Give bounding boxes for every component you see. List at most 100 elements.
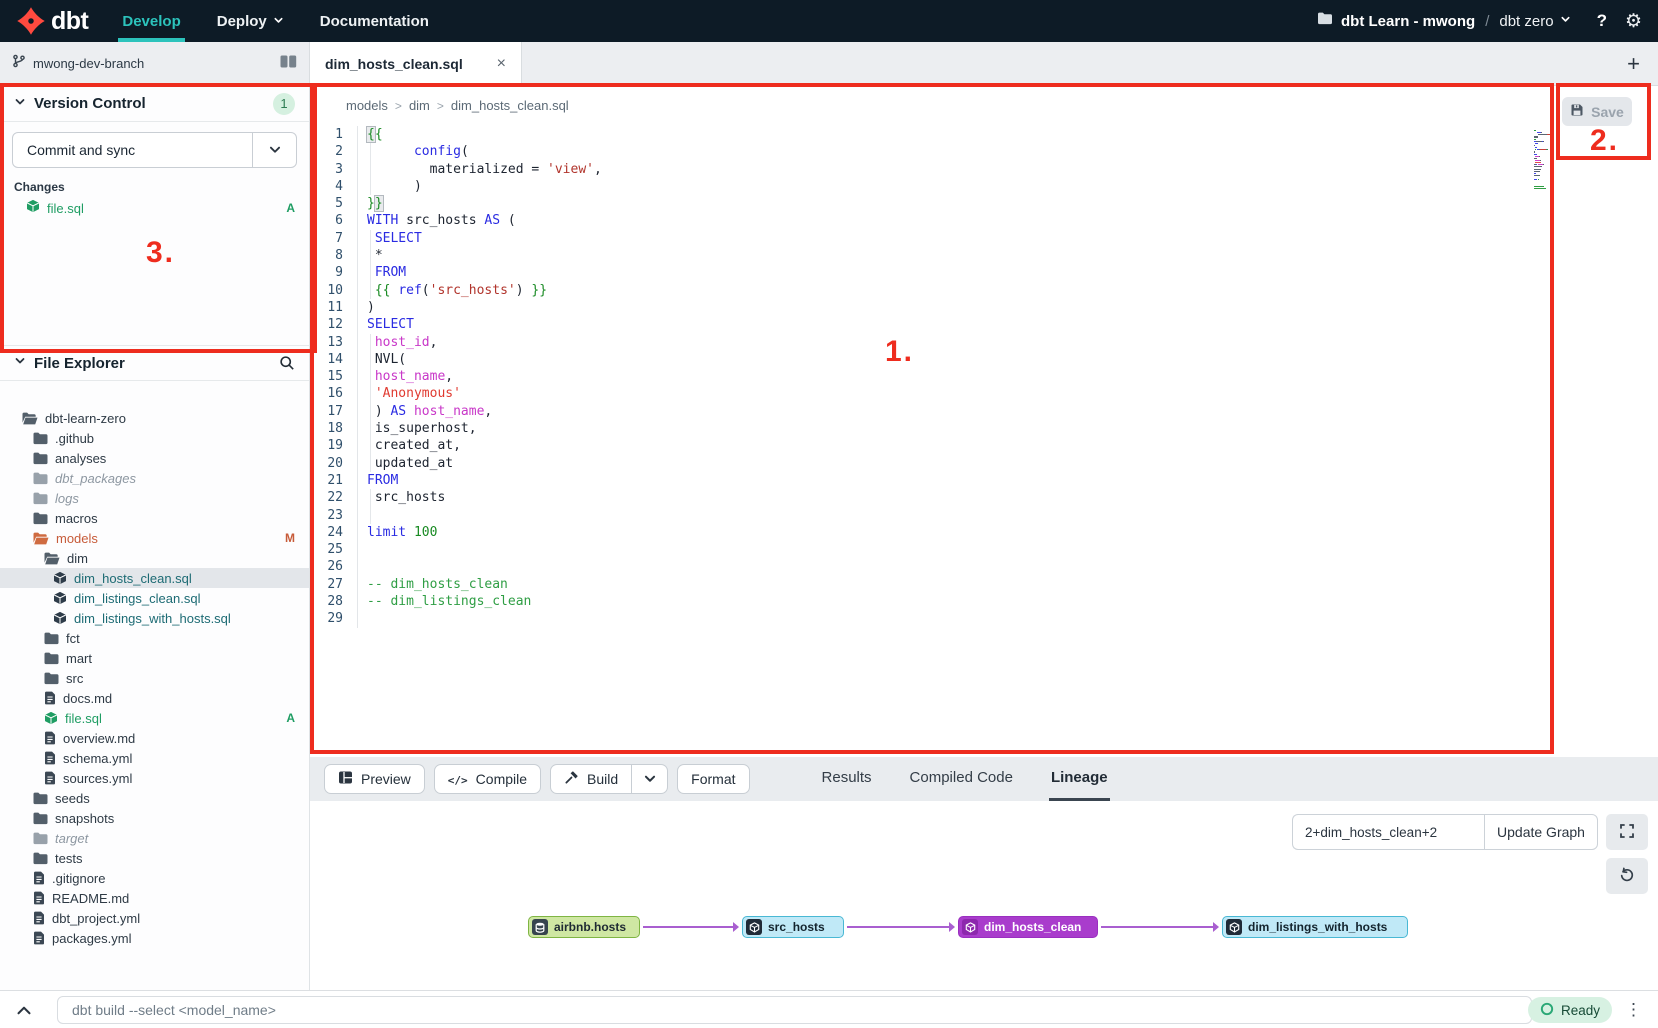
reset-view-button[interactable] [1606,858,1648,894]
version-control-header[interactable]: Version Control 1 [0,86,309,122]
tree-folder-row[interactable]: tests [0,848,309,868]
kebab-menu-icon[interactable]: ⋮ [1625,1000,1642,1020]
code-line[interactable]: 4 ) [310,178,1658,195]
code-line[interactable]: 8 * [310,247,1658,264]
file-explorer-header[interactable]: File Explorer [0,345,309,381]
close-icon[interactable]: × [497,55,506,73]
code-line[interactable]: 20 updated_at [310,455,1658,472]
breadcrumb-item[interactable]: dim_hosts_clean.sql [451,98,569,113]
tree-file-row[interactable]: dbt_project.yml [0,908,309,928]
code-line[interactable]: 11) [310,299,1658,316]
code-line[interactable]: 19 created_at, [310,437,1658,454]
code-line[interactable]: 25 [310,541,1658,558]
code-line[interactable]: 10 {{ ref('src_hosts') }} [310,282,1658,299]
nav-documentation[interactable]: Documentation [320,0,429,42]
tree-file-row[interactable]: dim_hosts_clean.sql [0,568,309,588]
project-name[interactable]: dbt Learn - mwong [1341,13,1475,30]
code-line[interactable]: 27-- dim_hosts_clean [310,576,1658,593]
chevron-down-icon[interactable] [1560,12,1571,30]
build-button[interactable]: Build [550,764,632,794]
split-view-icon[interactable] [280,55,297,73]
tree-folder-row[interactable]: dbt-learn-zero [0,408,309,428]
compile-button[interactable]: </>Compile [434,764,541,794]
tree-file-row[interactable]: README.md [0,888,309,908]
nav-develop[interactable]: Develop [122,0,180,42]
command-input[interactable] [57,996,1532,1024]
code-line[interactable]: 16 'Anonymous' [310,385,1658,402]
tree-folder-row[interactable]: src [0,668,309,688]
lineage-node-dim_listings_with_hosts[interactable]: dim_listings_with_hosts [1222,916,1408,938]
tree-file-row[interactable]: sources.yml [0,768,309,788]
tree-folder-row[interactable]: snapshots [0,808,309,828]
gear-icon[interactable]: ⚙ [1625,10,1642,33]
lineage-node-dim_hosts_clean[interactable]: dim_hosts_clean [958,916,1098,938]
new-tab-button[interactable]: + [1627,51,1658,77]
tree-folder-row[interactable]: logs [0,488,309,508]
search-icon[interactable] [279,355,295,371]
code-line[interactable]: 26 [310,558,1658,575]
code-line[interactable]: 21FROM [310,472,1658,489]
code-line[interactable]: 22 src_hosts [310,489,1658,506]
lineage-selector-input[interactable] [1292,814,1484,850]
commit-label[interactable]: Commit and sync [13,133,252,167]
tree-folder-row[interactable]: dbt_packages [0,468,309,488]
tab-dim-hosts-clean[interactable]: dim_hosts_clean.sql × [310,42,522,86]
branch-name[interactable]: mwong-dev-branch [33,56,144,71]
tree-folder-row[interactable]: target [0,828,309,848]
preview-button[interactable]: Preview [324,764,425,794]
code-line[interactable]: 13 host_id, [310,334,1658,351]
code-line[interactable]: 17 ) AS host_name, [310,403,1658,420]
tab-results[interactable]: Results [820,757,874,801]
code-line[interactable]: 3 materialized = 'view', [310,161,1658,178]
code-line[interactable]: 9 FROM [310,264,1658,281]
code-line[interactable]: 18 is_superhost, [310,420,1658,437]
code-line[interactable]: 7 SELECT [310,230,1658,247]
commit-and-sync-button[interactable]: Commit and sync [12,132,297,168]
lineage-node-src_hosts[interactable]: src_hosts [742,916,844,938]
tree-folder-row[interactable]: dim [0,548,309,568]
commit-options-chevron[interactable] [252,133,296,167]
tab-compiled-code[interactable]: Compiled Code [908,757,1015,801]
code-line[interactable]: 14 NVL( [310,351,1658,368]
tree-file-row[interactable]: packages.yml [0,928,309,948]
build-options-chevron[interactable] [632,764,668,794]
code-area[interactable]: 1{{2 config(3 materialized = 'view',4 )5… [310,126,1658,757]
format-button[interactable]: Format [677,764,749,794]
code-line[interactable]: 2 config( [310,143,1658,160]
code-line[interactable]: 23 [310,507,1658,524]
changed-file-row[interactable]: file.sql A [0,196,309,220]
environment-name[interactable]: dbt zero [1499,13,1553,30]
tree-file-row[interactable]: file.sqlA [0,708,309,728]
dbt-logo[interactable]: dbt [16,6,88,36]
code-line[interactable]: 29 [310,610,1658,627]
nav-deploy[interactable]: Deploy [217,0,284,42]
tree-file-row[interactable]: dim_listings_with_hosts.sql [0,608,309,628]
code-line[interactable]: 28-- dim_listings_clean [310,593,1658,610]
tree-file-row[interactable]: overview.md [0,728,309,748]
minimap[interactable] [1534,130,1558,192]
code-line[interactable]: 15 host_name, [310,368,1658,385]
tree-folder-row[interactable]: analyses [0,448,309,468]
code-line[interactable]: 6WITH src_hosts AS ( [310,212,1658,229]
tree-folder-row[interactable]: seeds [0,788,309,808]
code-line[interactable]: 24limit 100 [310,524,1658,541]
tree-file-row[interactable]: .gitignore [0,868,309,888]
lineage-node-airbnb-hosts[interactable]: airbnb.hosts [528,916,640,938]
code-line[interactable]: 12SELECT [310,316,1658,333]
chevron-up-icon[interactable] [16,1003,32,1021]
help-icon[interactable]: ? [1597,11,1607,31]
tree-folder-row[interactable]: mart [0,648,309,668]
tree-folder-row[interactable]: modelsM [0,528,309,548]
tree-folder-row[interactable]: fct [0,628,309,648]
breadcrumb-item[interactable]: models [346,98,388,113]
tree-folder-row[interactable]: .github [0,428,309,448]
update-graph-button[interactable]: Update Graph [1484,814,1598,850]
breadcrumb-item[interactable]: dim [409,98,430,113]
code-line[interactable]: 1{{ [310,126,1658,143]
save-button[interactable]: Save [1562,97,1632,126]
tree-file-row[interactable]: dim_listings_clean.sql [0,588,309,608]
tree-file-row[interactable]: docs.md [0,688,309,708]
fullscreen-button[interactable] [1606,814,1648,850]
tree-file-row[interactable]: schema.yml [0,748,309,768]
code-line[interactable]: 5}} [310,195,1658,212]
